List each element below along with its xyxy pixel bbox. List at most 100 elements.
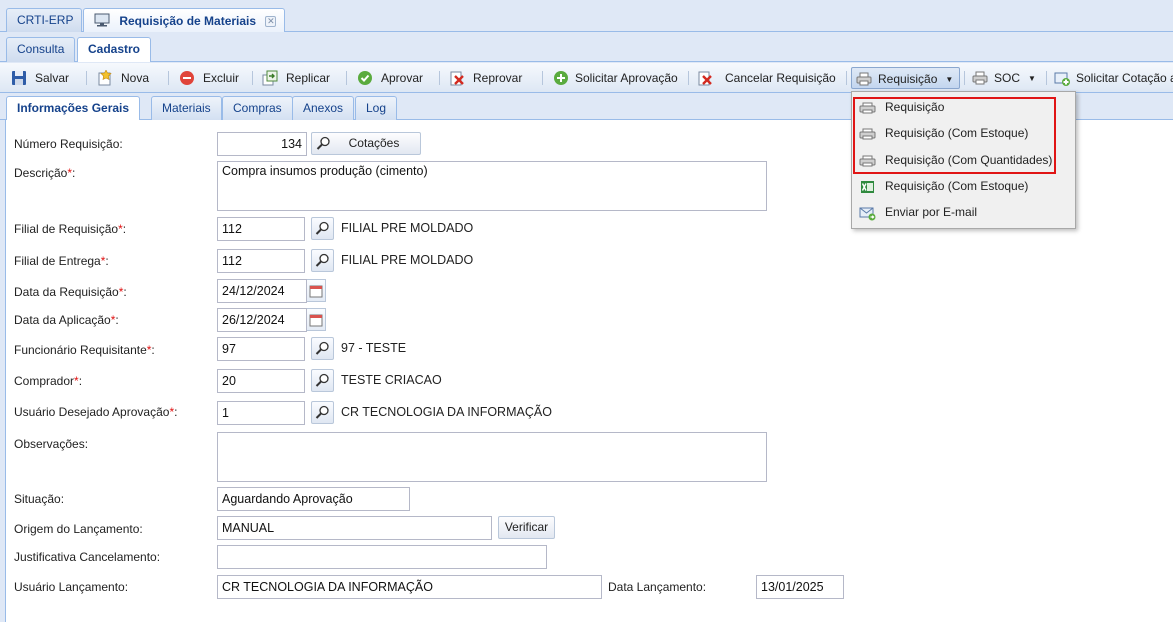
colon: :	[78, 374, 83, 388]
menu-item-label: Requisição (Com Estoque)	[885, 179, 1029, 193]
usuario-lancamento-field[interactable]: CR TECNOLOGIA DA INFORMAÇÃO	[217, 575, 602, 599]
calendar-picker-button[interactable]	[307, 308, 326, 331]
app-tab-label: CRTI-ERP	[17, 13, 74, 27]
usuario-aprovacao-label: Usuário Desejado Aprovação*:	[14, 405, 177, 419]
excel-icon	[859, 178, 876, 194]
comprador-field[interactable]: 20	[217, 369, 305, 393]
descricao-textarea[interactable]: Compra insumos produção (cimento)	[217, 161, 767, 211]
descricao-label-text: Descrição	[14, 166, 68, 180]
print-soc-menu-button[interactable]: SOC ▼	[968, 67, 1040, 89]
printer-icon	[972, 70, 988, 86]
new-button[interactable]: Nova	[93, 67, 153, 89]
colon: :	[122, 222, 127, 236]
print-requisicao-menu-button[interactable]: Requisição ▼	[851, 67, 960, 89]
observacoes-textarea[interactable]	[217, 432, 767, 482]
filial-entrega-field[interactable]: 112	[217, 249, 305, 273]
delete-label: Excluir	[203, 71, 240, 85]
tab-label: Materiais	[162, 101, 211, 115]
situacao-label: Situação:	[14, 492, 65, 506]
request-approval-button[interactable]: Solicitar Aprovação	[549, 67, 682, 89]
printer-icon	[856, 71, 872, 87]
origem-field[interactable]: MANUAL	[217, 516, 492, 540]
tab-consulta[interactable]: Consulta	[6, 37, 76, 62]
close-icon[interactable]: ✕	[265, 16, 277, 27]
filial-requisicao-field[interactable]: 112	[217, 217, 305, 241]
comprador-label: Comprador*:	[14, 374, 82, 388]
toolbar-separator	[439, 71, 440, 85]
reject-button[interactable]: Reprovar	[445, 67, 526, 89]
funcionario-label: Funcionário Requisitante*:	[14, 343, 155, 357]
replicate-label: Replicar	[286, 71, 331, 85]
funcionario-field[interactable]: 97	[217, 337, 305, 361]
highlight-box	[853, 97, 1056, 174]
filial-entrega-description: FILIAL PRE MOLDADO	[341, 253, 474, 267]
toolbar: Salvar Nova Excluir Replicar Aprovar Rep…	[0, 63, 1173, 93]
menu-item-enviar-email[interactable]: Enviar por E-mail	[852, 199, 1075, 225]
app-tab-requisicao-materiais[interactable]: Requisição de Materiais ✕	[83, 8, 286, 33]
requisicao-label: Requisição	[878, 72, 938, 86]
save-button[interactable]: Salvar	[7, 67, 73, 89]
usuario-aprovacao-label-text: Usuário Desejado Aprovação	[14, 405, 170, 419]
approve-check-icon	[357, 70, 373, 86]
verify-button[interactable]: Verificar	[498, 516, 555, 539]
mode-tab-bar: Consulta Cadastro	[0, 32, 1173, 62]
colon: :	[115, 313, 119, 327]
menu-item-label: Enviar por E-mail	[885, 205, 978, 219]
email-icon	[859, 204, 876, 221]
replicate-button[interactable]: Replicar	[258, 67, 334, 89]
tab-label: Anexos	[303, 101, 344, 115]
magnifier-icon	[315, 341, 329, 355]
colon: :	[105, 254, 109, 268]
calendar-picker-button[interactable]	[307, 279, 326, 302]
replicate-icon	[262, 70, 278, 86]
tab-anexos[interactable]: Anexos	[292, 96, 355, 120]
numero-requisicao-field[interactable]: 134	[217, 132, 307, 156]
calendar-icon	[309, 285, 323, 298]
tab-log[interactable]: Log	[355, 96, 398, 120]
delete-button[interactable]: Excluir	[175, 67, 243, 89]
filial-entrega-label-text: Filial de Entrega	[14, 254, 101, 268]
request-approval-label: Solicitar Aprovação	[575, 71, 678, 85]
menu-item-requisicao-com-estoque-excel[interactable]: Requisição (Com Estoque)	[852, 173, 1075, 199]
filial-requisicao-description: FILIAL PRE MOLDADO	[341, 221, 474, 235]
app-tab-crti-erp[interactable]: CRTI-ERP	[6, 8, 83, 32]
tab-informacoes-gerais[interactable]: Informações Gerais	[6, 96, 141, 120]
observacoes-label: Observações:	[14, 437, 89, 451]
calendar-icon	[309, 314, 323, 327]
colon: :	[174, 405, 178, 419]
tab-label: Consulta	[17, 42, 65, 56]
colon: :	[151, 343, 155, 357]
floppy-disk-icon	[11, 70, 27, 86]
data-requisicao-field[interactable]: 24/12/2024	[217, 279, 307, 303]
tab-cadastro[interactable]: Cadastro	[77, 37, 152, 62]
funcionario-lookup-button[interactable]	[311, 337, 334, 360]
magnifier-icon	[315, 373, 329, 387]
filial-entrega-label: Filial de Entrega*:	[14, 254, 109, 268]
data-aplicacao-label-text: Data da Aplicação	[14, 313, 111, 327]
reject-icon	[449, 70, 465, 86]
tab-compras[interactable]: Compras	[222, 96, 293, 120]
usuario-aprovacao-lookup-button[interactable]	[311, 401, 334, 424]
funcionario-label-text: Funcionário Requisitante	[14, 343, 147, 357]
justificativa-field[interactable]	[217, 545, 547, 569]
cancel-request-label: Cancelar Requisição	[725, 71, 836, 85]
data-requisicao-label-text: Data da Requisição	[14, 285, 119, 299]
filial-requisicao-lookup-button[interactable]	[311, 217, 334, 240]
usuario-aprovacao-description: CR TECNOLOGIA DA INFORMAÇÃO	[341, 405, 552, 419]
approve-button[interactable]: Aprovar	[353, 67, 427, 89]
filial-entrega-lookup-button[interactable]	[311, 249, 334, 272]
usuario-lancamento-label: Usuário Lançamento:	[14, 580, 129, 594]
request-quote-button[interactable]: Solicitar Cotação a	[1050, 67, 1173, 89]
data-aplicacao-label: Data da Aplicação*:	[14, 313, 119, 327]
usuario-aprovacao-field[interactable]: 1	[217, 401, 305, 425]
approve-label: Aprovar	[381, 71, 424, 85]
cotacoes-button[interactable]: Cotações	[311, 132, 421, 155]
data-aplicacao-field[interactable]: 26/12/2024	[217, 308, 307, 332]
tab-materiais[interactable]: Materiais	[151, 96, 222, 120]
data-lancamento-field[interactable]: 13/01/2025	[756, 575, 844, 599]
app-tab-bar: CRTI-ERP Requisição de Materiais ✕	[0, 0, 1173, 33]
cancel-request-button[interactable]: Cancelar Requisição	[693, 67, 840, 89]
situacao-field[interactable]: Aguardando Aprovação	[217, 487, 410, 511]
new-document-icon	[97, 69, 113, 86]
comprador-lookup-button[interactable]	[311, 369, 334, 392]
